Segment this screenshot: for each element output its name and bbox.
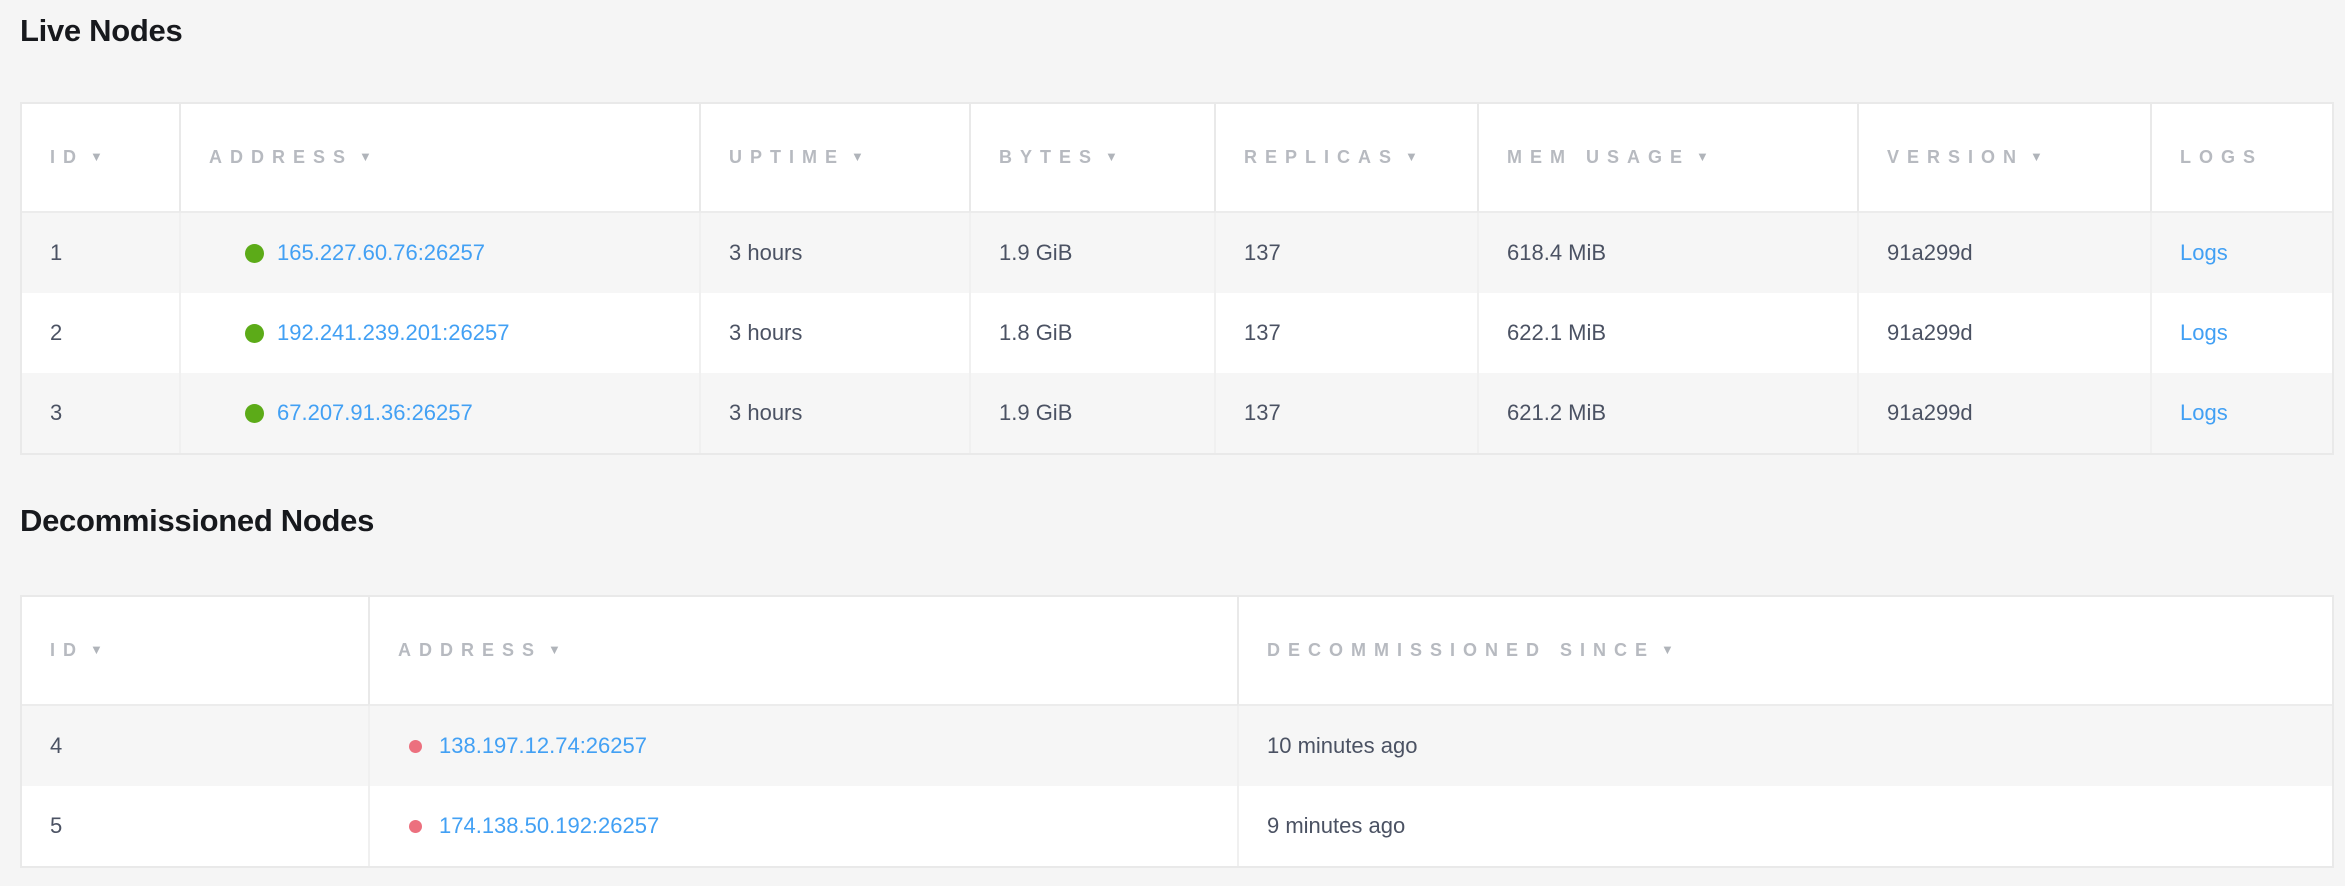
- col-header-id[interactable]: ID▼: [22, 104, 179, 213]
- cell-replicas: 137: [1214, 213, 1477, 293]
- sort-arrow-icon: ▼: [2030, 149, 2043, 164]
- cell-mem-usage: 618.4 MiB: [1477, 213, 1857, 293]
- col-header-address[interactable]: ADDRESS▼: [368, 597, 1237, 706]
- cell-node-address: 192.241.239.201:26257: [179, 293, 699, 373]
- cell-mem-usage: 622.1 MiB: [1477, 293, 1857, 373]
- cell-logs: Logs: [2150, 373, 2332, 453]
- cell-mem-usage: 621.2 MiB: [1477, 373, 1857, 453]
- cell-bytes: 1.9 GiB: [969, 373, 1214, 453]
- live-node-row: 2 192.241.239.201:26257 3 hours 1.8 GiB …: [22, 293, 2332, 373]
- sort-arrow-icon: ▼: [1661, 642, 1674, 657]
- logs-link[interactable]: Logs: [2180, 320, 2228, 345]
- decommissioned-nodes-title: Decommissioned Nodes: [20, 502, 2332, 540]
- cell-uptime: 3 hours: [699, 213, 969, 293]
- cell-node-id: 1: [22, 213, 179, 293]
- col-header-replicas[interactable]: REPLICAS▼: [1214, 104, 1477, 213]
- live-node-row: 3 67.207.91.36:26257 3 hours 1.9 GiB 137…: [22, 373, 2332, 453]
- sort-arrow-icon: ▼: [90, 642, 103, 657]
- live-nodes-header-row: ID▼ ADDRESS▼ UPTIME▼ BYTES▼ REPLICAS▼ ME…: [22, 104, 2332, 213]
- sort-arrow-icon: ▼: [851, 149, 864, 164]
- col-header-logs: LOGS: [2150, 104, 2332, 213]
- cell-bytes: 1.8 GiB: [969, 293, 1214, 373]
- cell-version: 91a299d: [1857, 293, 2150, 373]
- sort-arrow-icon: ▼: [359, 149, 372, 164]
- col-header-bytes[interactable]: BYTES▼: [969, 104, 1214, 213]
- cluster-nodes-page: Live Nodes ID▼ ADDRESS▼ UPTIME▼ BYTES▼ R…: [0, 0, 2345, 868]
- node-address-link[interactable]: 67.207.91.36:26257: [277, 401, 473, 426]
- live-node-row: 1 165.227.60.76:26257 3 hours 1.9 GiB 13…: [22, 213, 2332, 293]
- col-header-id[interactable]: ID▼: [22, 597, 368, 706]
- node-address-link[interactable]: 165.227.60.76:26257: [277, 241, 485, 266]
- cell-replicas: 137: [1214, 373, 1477, 453]
- logs-link[interactable]: Logs: [2180, 240, 2228, 265]
- sort-arrow-icon: ▼: [90, 149, 103, 164]
- cell-version: 91a299d: [1857, 213, 2150, 293]
- sort-arrow-icon: ▼: [548, 642, 561, 657]
- cell-node-address: 174.138.50.192:26257: [368, 786, 1237, 866]
- cell-node-id: 4: [22, 706, 368, 786]
- cell-node-id: 5: [22, 786, 368, 866]
- cell-node-address: 165.227.60.76:26257: [179, 213, 699, 293]
- cell-node-id: 3: [22, 373, 179, 453]
- cell-bytes: 1.9 GiB: [969, 213, 1214, 293]
- sort-arrow-icon: ▼: [1696, 149, 1709, 164]
- live-status-dot-icon: [245, 404, 264, 423]
- decommissioned-nodes-table: ID▼ ADDRESS▼ DECOMMISSIONED SINCE▼ 4 138…: [20, 595, 2334, 868]
- live-status-dot-icon: [245, 244, 264, 263]
- cell-node-address: 138.197.12.74:26257: [368, 706, 1237, 786]
- cell-decommissioned-since: 9 minutes ago: [1237, 786, 2332, 866]
- live-nodes-title: Live Nodes: [20, 12, 2332, 50]
- live-nodes-table: ID▼ ADDRESS▼ UPTIME▼ BYTES▼ REPLICAS▼ ME…: [20, 102, 2334, 455]
- cell-logs: Logs: [2150, 293, 2332, 373]
- decommissioned-node-row: 4 138.197.12.74:26257 10 minutes ago: [22, 706, 2332, 786]
- cell-logs: Logs: [2150, 213, 2332, 293]
- cell-uptime: 3 hours: [699, 373, 969, 453]
- col-header-uptime[interactable]: UPTIME▼: [699, 104, 969, 213]
- logs-link[interactable]: Logs: [2180, 400, 2228, 425]
- cell-replicas: 137: [1214, 293, 1477, 373]
- decommissioned-status-dot-icon: [409, 820, 422, 833]
- cell-uptime: 3 hours: [699, 293, 969, 373]
- decommissioned-node-row: 5 174.138.50.192:26257 9 minutes ago: [22, 786, 2332, 866]
- decommissioned-status-dot-icon: [409, 740, 422, 753]
- cell-version: 91a299d: [1857, 373, 2150, 453]
- cell-node-address: 67.207.91.36:26257: [179, 373, 699, 453]
- node-address-link[interactable]: 174.138.50.192:26257: [439, 814, 659, 839]
- col-header-address[interactable]: ADDRESS▼: [179, 104, 699, 213]
- node-address-link[interactable]: 138.197.12.74:26257: [439, 734, 647, 759]
- cell-decommissioned-since: 10 minutes ago: [1237, 706, 2332, 786]
- sort-arrow-icon: ▼: [1405, 149, 1418, 164]
- sort-arrow-icon: ▼: [1105, 149, 1118, 164]
- live-status-dot-icon: [245, 324, 264, 343]
- col-header-version[interactable]: VERSION▼: [1857, 104, 2150, 213]
- col-header-decommissioned-since[interactable]: DECOMMISSIONED SINCE▼: [1237, 597, 2332, 706]
- decommissioned-nodes-header-row: ID▼ ADDRESS▼ DECOMMISSIONED SINCE▼: [22, 597, 2332, 706]
- node-address-link[interactable]: 192.241.239.201:26257: [277, 321, 509, 346]
- col-header-mem-usage[interactable]: MEM USAGE▼: [1477, 104, 1857, 213]
- cell-node-id: 2: [22, 293, 179, 373]
